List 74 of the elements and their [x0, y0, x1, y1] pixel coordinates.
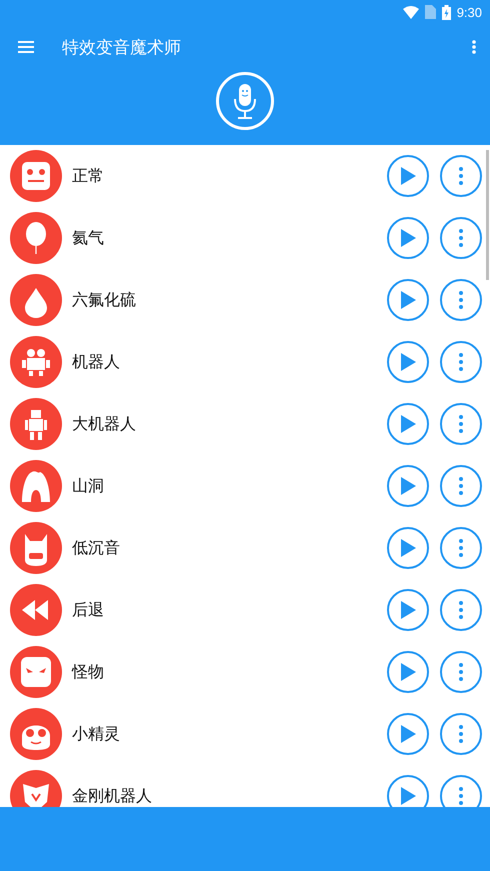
play-button[interactable]: [387, 465, 429, 507]
record-button[interactable]: [216, 72, 274, 130]
play-button[interactable]: [387, 651, 429, 693]
more-options-button[interactable]: [440, 279, 482, 321]
menu-icon[interactable]: [18, 41, 34, 53]
more-icon: [459, 477, 463, 495]
effect-icon: [10, 212, 62, 264]
play-button[interactable]: [387, 155, 429, 197]
effect-icon: [10, 584, 62, 636]
more-options-button[interactable]: [440, 527, 482, 569]
play-button[interactable]: [387, 589, 429, 631]
effect-name: 低沉音: [72, 538, 121, 558]
play-icon: [400, 539, 416, 557]
effect-name: 后退: [72, 600, 105, 620]
play-button[interactable]: [387, 403, 429, 445]
effect-name: 正常: [72, 166, 105, 186]
effect-name: 金刚机器人: [72, 786, 153, 806]
no-sim-icon: [424, 5, 436, 19]
more-icon: [459, 663, 463, 681]
more-options-button[interactable]: [440, 217, 482, 259]
effect-icon: [10, 336, 62, 388]
effect-name: 大机器人: [72, 414, 137, 434]
play-icon: [400, 663, 416, 681]
more-icon: [459, 539, 463, 557]
more-icon: [459, 725, 463, 743]
effect-icon: [10, 150, 62, 202]
effect-icon: [10, 522, 62, 574]
play-icon: [400, 725, 416, 743]
play-icon: [400, 477, 416, 495]
more-icon: [459, 353, 463, 371]
play-icon: [400, 229, 416, 247]
more-options-button[interactable]: [440, 403, 482, 445]
play-button[interactable]: [387, 217, 429, 259]
more-options-button[interactable]: [440, 341, 482, 383]
effect-name: 机器人: [72, 352, 121, 372]
play-icon: [400, 601, 416, 619]
effect-icon: [10, 398, 62, 450]
effect-icon: [10, 460, 62, 512]
more-icon: [459, 229, 463, 247]
effect-name: 怪物: [72, 662, 105, 682]
more-icon: [459, 167, 463, 185]
effect-icon: [10, 274, 62, 326]
play-button[interactable]: [387, 775, 429, 807]
app-title: 特效变音魔术师: [62, 36, 182, 58]
more-options-button[interactable]: [440, 589, 482, 631]
more-icon: [459, 415, 463, 433]
play-button[interactable]: [387, 713, 429, 755]
overflow-menu-icon[interactable]: [472, 40, 476, 54]
play-icon: [400, 167, 416, 185]
clock-time: 9:30: [456, 4, 482, 20]
wifi-icon: [402, 6, 419, 18]
more-icon: [459, 601, 463, 619]
effect-name: 六氟化硫: [72, 290, 137, 310]
microphone-icon: [233, 83, 257, 119]
more-options-button[interactable]: [440, 775, 482, 807]
play-button[interactable]: [387, 527, 429, 569]
more-icon: [459, 291, 463, 309]
effect-name: 小精灵: [72, 724, 121, 744]
play-icon: [400, 291, 416, 309]
battery-icon: [442, 4, 451, 20]
play-icon: [400, 415, 416, 433]
more-icon: [459, 787, 463, 805]
play-button[interactable]: [387, 279, 429, 321]
effect-icon: [10, 708, 62, 760]
play-icon: [400, 353, 416, 371]
more-options-button[interactable]: [440, 651, 482, 693]
play-icon: [400, 787, 416, 805]
play-button[interactable]: [387, 341, 429, 383]
more-options-button[interactable]: [440, 713, 482, 755]
more-options-button[interactable]: [440, 155, 482, 197]
more-options-button[interactable]: [440, 465, 482, 507]
effect-name: 氦气: [72, 228, 105, 248]
effect-name: 山洞: [72, 476, 105, 496]
effect-icon: [10, 646, 62, 698]
